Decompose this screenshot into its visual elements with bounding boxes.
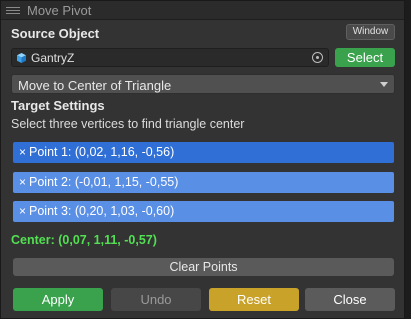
select-button[interactable]: Select (335, 48, 395, 67)
title-bar[interactable]: Move Pivot (1, 1, 404, 20)
remove-point-icon[interactable]: × (19, 175, 26, 189)
cube-icon (17, 53, 26, 63)
point-label: Point 1: (0,02, 1,16, -0,56) (29, 145, 175, 159)
triangle-center-readout: Center: (0,07, 1,11, -0,57) (11, 233, 157, 247)
point-row-1[interactable]: × Point 1: (0,02, 1,16, -0,56) (13, 142, 394, 163)
source-object-name: GantryZ (31, 51, 75, 65)
window-button[interactable]: Window (346, 24, 395, 40)
point-label: Point 2: (-0,01, 1,15, -0,55) (29, 175, 179, 189)
target-help-text: Select three vertices to find triangle c… (11, 117, 245, 131)
window-title: Move Pivot (27, 3, 92, 18)
object-picker-icon[interactable] (312, 52, 323, 63)
clear-points-button[interactable]: Clear Points (13, 258, 394, 276)
dropdown-arrow-icon (380, 82, 388, 87)
point-row-3[interactable]: × Point 3: (0,20, 1,03, -0,60) (13, 201, 394, 222)
close-button[interactable]: Close (305, 288, 395, 311)
remove-point-icon[interactable]: × (19, 204, 26, 218)
point-label: Point 3: (0,20, 1,03, -0,60) (29, 204, 175, 218)
remove-point-icon[interactable]: × (19, 145, 26, 159)
drag-handle-icon[interactable] (6, 7, 20, 14)
target-settings-heading: Target Settings (11, 98, 105, 113)
undo-button[interactable]: Undo (111, 288, 201, 311)
source-object-field[interactable]: GantryZ (11, 48, 329, 67)
move-pivot-window: Move Pivot Source Object Window GantryZ … (0, 0, 405, 319)
mode-dropdown-value: Move to Center of Triangle (18, 78, 172, 93)
window-edge (405, 0, 411, 319)
point-row-2[interactable]: × Point 2: (-0,01, 1,15, -0,55) (13, 172, 394, 193)
mode-dropdown[interactable]: Move to Center of Triangle (11, 74, 395, 94)
source-object-heading: Source Object (11, 26, 100, 41)
reset-button[interactable]: Reset (209, 288, 299, 311)
apply-button[interactable]: Apply (13, 288, 103, 311)
